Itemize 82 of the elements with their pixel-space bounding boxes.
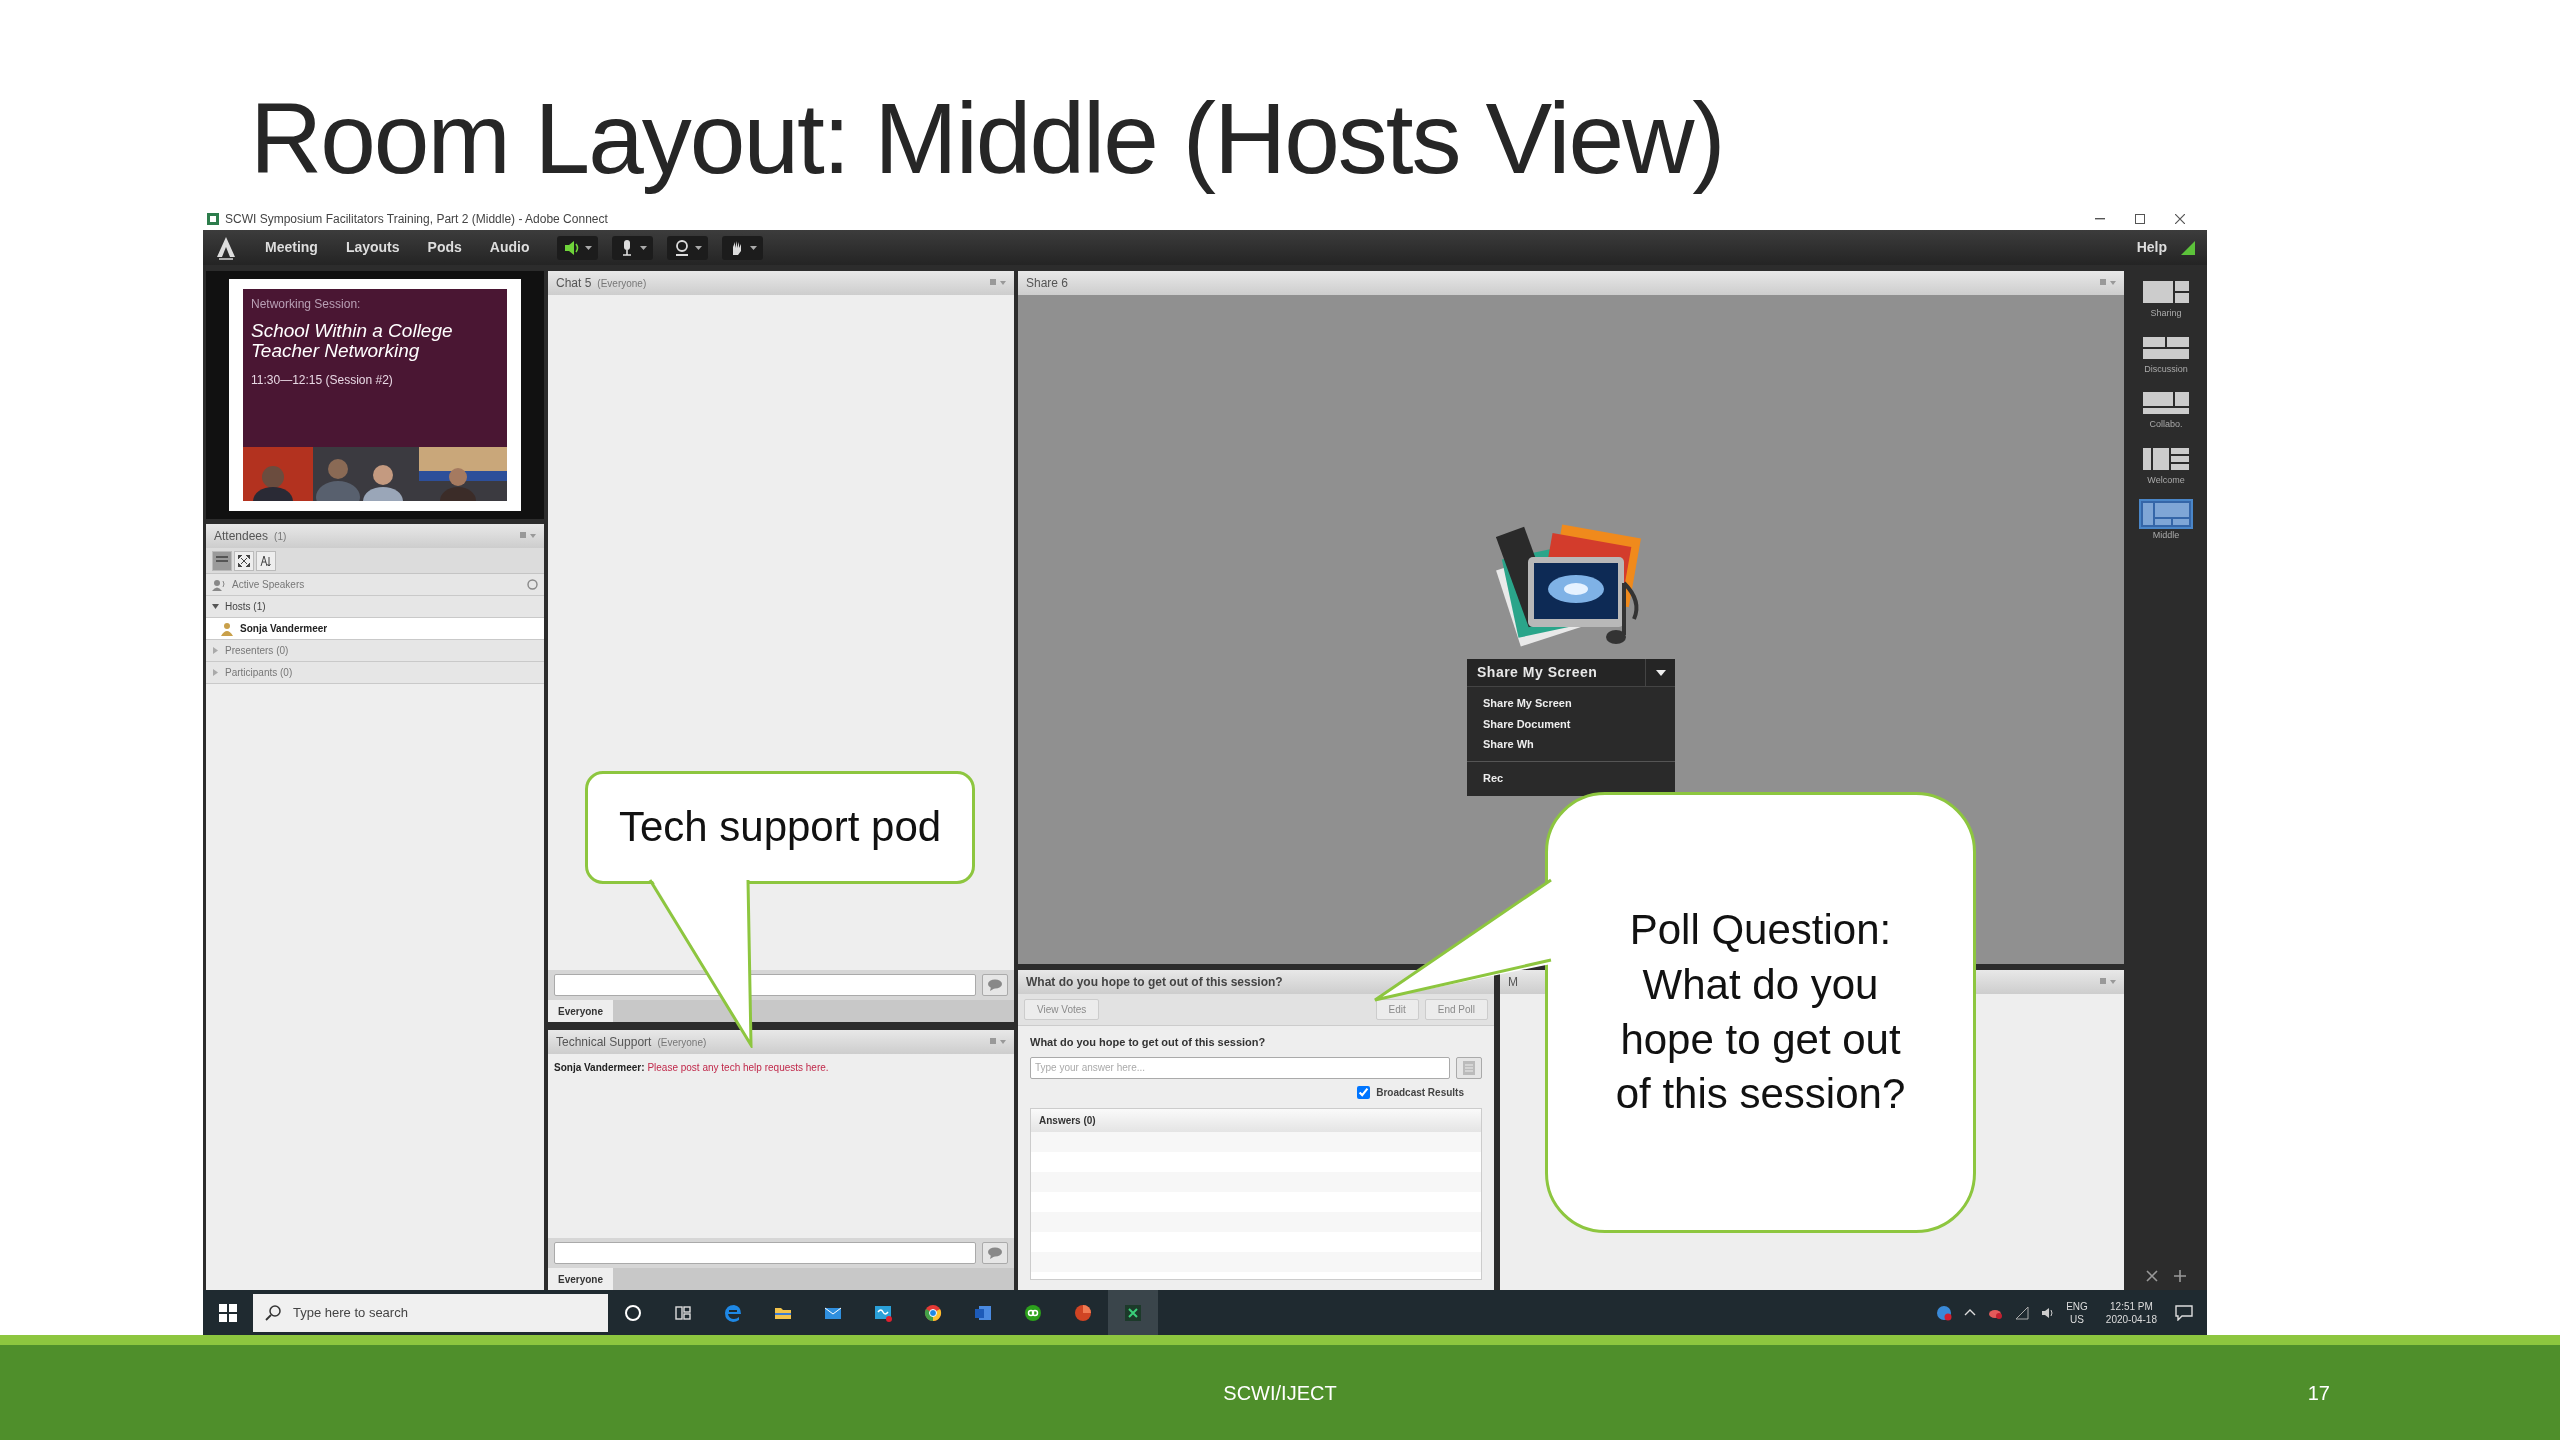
- help-icon[interactable]: [1936, 1304, 1953, 1321]
- send-button[interactable]: [982, 974, 1008, 996]
- pod-title: Technical Support: [556, 1034, 652, 1051]
- app-icon[interactable]: [1123, 1302, 1143, 1323]
- page-number: 17: [2307, 1380, 2331, 1406]
- active-speakers-label: Active Speakers: [232, 578, 305, 592]
- poll-question: What do you hope to get out of this session?: [1030, 1035, 1267, 1050]
- list-view-button[interactable]: [212, 550, 232, 571]
- pod-title: Attendees: [214, 528, 269, 545]
- caret-icon[interactable]: [1655, 669, 1666, 676]
- callout: Poll Question: What do you hope to get out of this session?: [1545, 792, 1976, 1233]
- slide-eyebrow: Networking Session:: [251, 296, 362, 313]
- menu-item[interactable]: Share Wh: [1467, 734, 1550, 755]
- speech-bubble-icon[interactable]: [987, 979, 1003, 991]
- clock-date[interactable]: 2020-04-18: [2105, 1312, 2157, 1326]
- broadcast-checkbox[interactable]: [1357, 1085, 1371, 1099]
- slide-title: Room Layout: Middle (Hosts View): [249, 81, 1725, 196]
- close-icon[interactable]: [2175, 213, 2185, 224]
- region-label[interactable]: US: [2070, 1312, 2084, 1326]
- menu-item[interactable]: Share My Screen: [1467, 693, 1588, 714]
- presentation-icon[interactable]: [1073, 1302, 1093, 1323]
- pod-title: Chat 5: [556, 275, 592, 292]
- menu-item[interactable]: Pods: [413, 235, 476, 260]
- layout-button[interactable]: Discussion: [2137, 330, 2195, 378]
- pod-title: M: [1508, 974, 1518, 991]
- group-label: Hosts (1): [225, 600, 266, 614]
- signal-icon: [2181, 240, 2195, 255]
- menu-item[interactable]: Audio: [475, 235, 544, 260]
- caret-icon[interactable]: [695, 245, 703, 250]
- layout-button[interactable]: Sharing: [2137, 275, 2195, 323]
- collapse-icon[interactable]: [2146, 1270, 2158, 1282]
- slide-time: 11:30—12:15 (Session #2): [251, 371, 394, 389]
- menu-item[interactable]: Share Document: [1467, 713, 1587, 734]
- speaker-icon: [212, 578, 226, 591]
- caret-icon[interactable]: [640, 245, 648, 250]
- language-label[interactable]: ENG: [2066, 1299, 2088, 1313]
- search-icon: [265, 1304, 281, 1321]
- browser-icon[interactable]: [923, 1302, 943, 1323]
- audience-label: (Everyone): [657, 1035, 707, 1050]
- menu-item[interactable]: Rec: [1467, 767, 1520, 788]
- chat-tab[interactable]: Everyone: [548, 1268, 614, 1290]
- list-header: Answers (0): [1031, 1108, 1481, 1132]
- answer-field[interactable]: Type your answer here...: [1030, 1056, 1450, 1079]
- minimize-icon[interactable]: [2095, 217, 2105, 220]
- search-field[interactable]: Type here to search: [253, 1293, 608, 1332]
- menu-item[interactable]: Layouts: [331, 235, 414, 260]
- circle-icon[interactable]: [623, 1302, 643, 1323]
- host-icon: [220, 621, 234, 636]
- pod-title: What do you hope to get out of this session?: [1026, 974, 1283, 991]
- app-icon[interactable]: [1023, 1302, 1043, 1323]
- pod-title: Share 6: [1026, 275, 1069, 292]
- chat-input[interactable]: [554, 1242, 976, 1264]
- network-icon[interactable]: [2014, 1304, 2031, 1321]
- notification-icon[interactable]: [2175, 1304, 2193, 1321]
- maximize-icon[interactable]: [2135, 213, 2145, 224]
- clock-time[interactable]: 12:51 PM: [2110, 1299, 2153, 1313]
- chat-tab[interactable]: Everyone: [548, 1000, 614, 1022]
- send-button[interactable]: [982, 1242, 1008, 1264]
- attendee-count: (1): [274, 529, 287, 544]
- window-title: SCWI Symposium Facilitators Training, Part 2 (Middle) - Adobe Connect: [225, 210, 608, 228]
- app-icon: [207, 212, 219, 225]
- windows-icon[interactable]: [219, 1303, 237, 1322]
- chat-message: Sonja Vandermeer: Please post any tech help requests here.: [553, 1061, 830, 1075]
- slide-heading: School Within a College Teacher Networking: [251, 321, 454, 361]
- help-menu[interactable]: Help: [2122, 235, 2181, 260]
- menu-item[interactable]: Meeting: [251, 235, 332, 260]
- group-label: Participants (0): [225, 666, 293, 680]
- caret-icon[interactable]: [585, 245, 593, 250]
- expander-icon[interactable]: [212, 603, 219, 610]
- group-label: Presenters (0): [225, 644, 289, 658]
- footer-text: SCWI/IJECT: [1223, 1380, 1337, 1406]
- speech-bubble-icon[interactable]: [987, 1247, 1003, 1259]
- checkbox-label: Broadcast Results: [1376, 1085, 1464, 1100]
- chat-input[interactable]: [554, 974, 976, 996]
- audience-label: (Everyone): [597, 276, 647, 291]
- add-icon[interactable]: [2174, 1270, 2186, 1282]
- layout-button[interactable]: Collabo.: [2137, 386, 2195, 434]
- attendee-name[interactable]: Sonja Vandermeer: [240, 621, 328, 636]
- caret-icon[interactable]: [750, 245, 758, 250]
- layout-button[interactable]: Welcome: [2137, 441, 2195, 489]
- layout-thumbnail-icon[interactable]: [2139, 499, 2193, 529]
- layout-button[interactable]: Middle: [2137, 497, 2195, 545]
